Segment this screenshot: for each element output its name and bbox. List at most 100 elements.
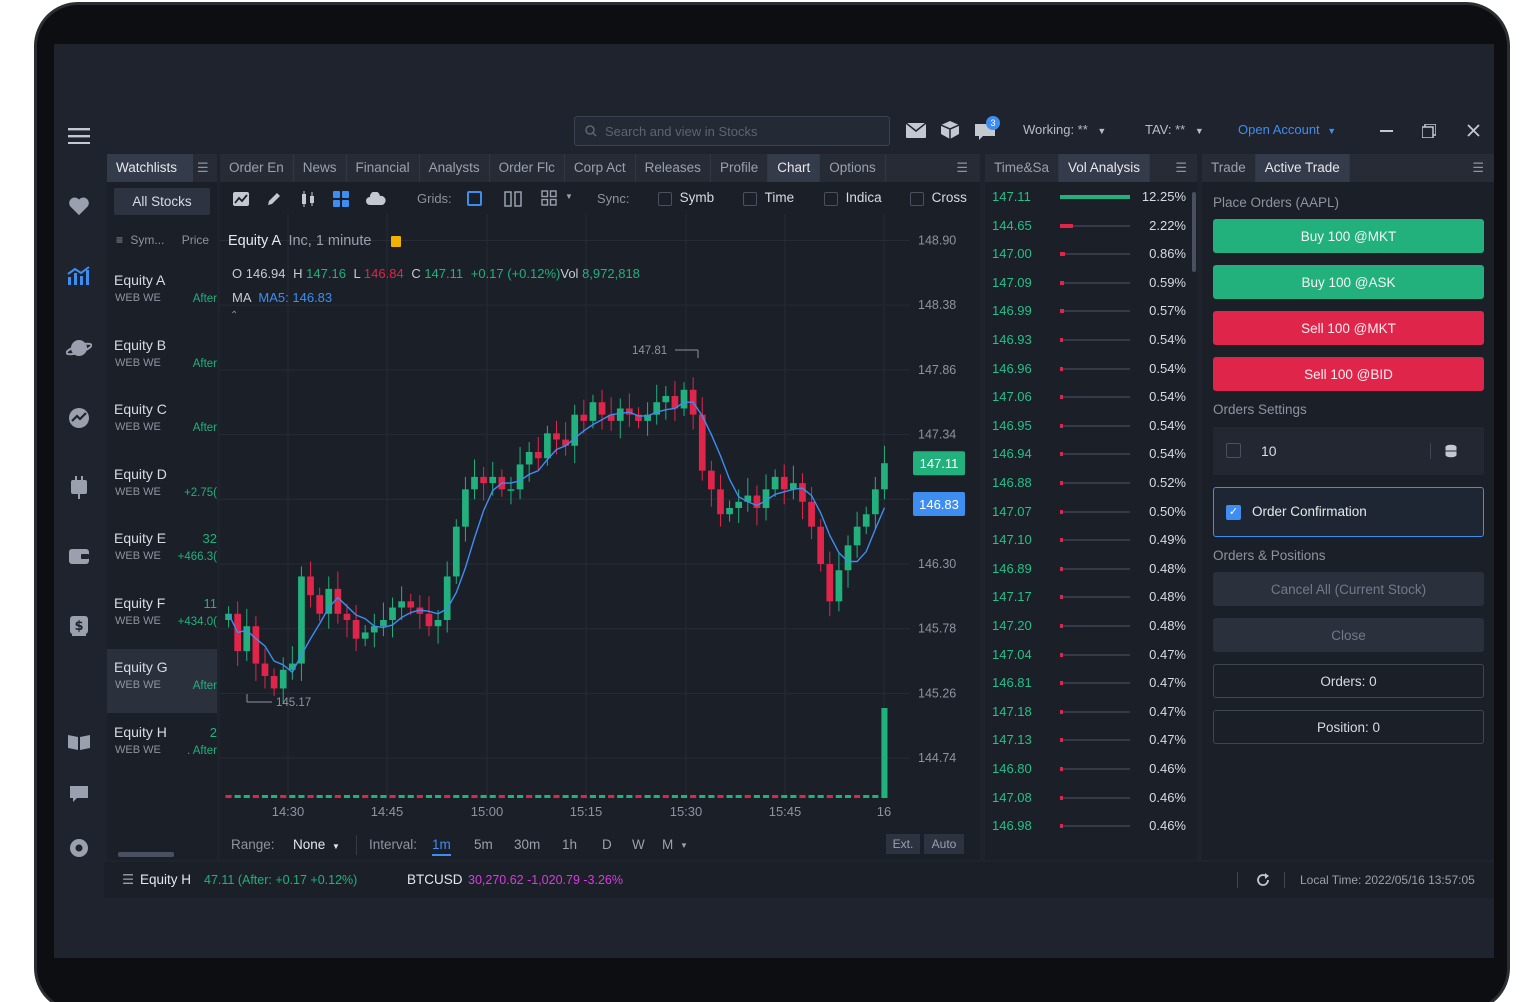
- restore-icon[interactable]: [1422, 124, 1436, 138]
- minimize-icon[interactable]: [1380, 130, 1393, 132]
- tab-time-sa[interactable]: Time&Sa: [985, 154, 1060, 182]
- cancel-all-button[interactable]: Cancel All (Current Stock): [1213, 572, 1484, 606]
- trend-icon[interactable]: [54, 402, 104, 434]
- interval-option[interactable]: M: [662, 837, 673, 852]
- markets-chart-icon[interactable]: [54, 260, 104, 292]
- tab-trade[interactable]: Trade: [1202, 154, 1256, 182]
- vol-row[interactable]: 146.80 0.46%: [986, 755, 1192, 783]
- coin-stack-icon[interactable]: [1445, 444, 1457, 458]
- tab-analysts[interactable]: Analysts: [420, 154, 490, 182]
- vol-row[interactable]: 147.11 12.25%: [986, 183, 1192, 211]
- sort-icon[interactable]: ≡: [116, 233, 123, 247]
- vol-row[interactable]: 146.99 0.57%: [986, 297, 1192, 325]
- vol-row[interactable]: 146.88 0.52%: [986, 469, 1192, 497]
- list-menu-icon[interactable]: ☰: [197, 160, 209, 176]
- working-dropdown[interactable]: Working: ** ▼: [1023, 122, 1106, 137]
- quantity-checkbox[interactable]: [1226, 443, 1241, 458]
- sell-market-button[interactable]: Sell 100 @MKT: [1213, 311, 1484, 345]
- tab-order-en[interactable]: Order En: [220, 154, 294, 182]
- search-input[interactable]: Search and view in Stocks: [574, 116, 890, 146]
- interval-option[interactable]: 30m: [514, 837, 540, 852]
- interval-option[interactable]: W: [632, 837, 645, 852]
- chart-canvas[interactable]: 148.90148.38147.86147.34146.82146.30145.…: [220, 214, 980, 826]
- sell-bid-button[interactable]: Sell 100 @BID: [1213, 357, 1484, 391]
- wallet-icon[interactable]: [54, 540, 104, 572]
- interval-option[interactable]: 5m: [474, 837, 493, 852]
- vol-row[interactable]: 146.98 0.46%: [986, 812, 1192, 840]
- position-button[interactable]: Position: 0: [1213, 710, 1484, 744]
- all-stocks-button[interactable]: All Stocks: [114, 188, 210, 215]
- watchlist-row[interactable]: Equity F WEB WE +434.0(11: [107, 585, 217, 649]
- extended-hours-button[interactable]: Ext.: [886, 834, 920, 854]
- order-confirmation-toggle[interactable]: ✓ Order Confirmation: [1213, 487, 1484, 537]
- collapse-chevron-icon[interactable]: ⌃: [230, 310, 238, 321]
- buy-ask-button[interactable]: Buy 100 @ASK: [1213, 265, 1484, 299]
- tab-vol-analysis[interactable]: Vol Analysis: [1059, 154, 1151, 182]
- vol-row[interactable]: 147.17 0.48%: [986, 583, 1192, 611]
- mail-icon[interactable]: [906, 123, 926, 138]
- close-icon[interactable]: [1467, 124, 1480, 137]
- notifications-button[interactable]: 3: [974, 116, 1002, 142]
- candle-type-icon[interactable]: [300, 190, 316, 208]
- price-chart[interactable]: 148.90148.38147.86147.34146.82146.30145.…: [220, 214, 980, 826]
- tab-order-flc[interactable]: Order Flc: [490, 154, 565, 182]
- vol-row[interactable]: 147.10 0.49%: [986, 526, 1192, 554]
- book-icon[interactable]: [54, 726, 104, 758]
- settings-gear-icon[interactable]: [54, 832, 104, 864]
- sync-time-checkbox[interactable]: Time: [743, 190, 794, 206]
- vol-row[interactable]: 144.65 2.22%: [986, 212, 1192, 240]
- draw-pencil-icon[interactable]: [266, 191, 282, 207]
- vol-row[interactable]: 146.81 0.47%: [986, 669, 1192, 697]
- vol-row[interactable]: 146.94 0.54%: [986, 440, 1192, 468]
- col-price[interactable]: Price: [182, 233, 209, 247]
- vol-row[interactable]: 147.09 0.59%: [986, 269, 1192, 297]
- chevron-down-icon[interactable]: ▼: [680, 841, 688, 850]
- tab-options[interactable]: Options: [820, 154, 886, 182]
- watchlist-row[interactable]: Equity B WEB WE After: [107, 327, 217, 391]
- tab-news[interactable]: News: [294, 154, 347, 182]
- tab-releases[interactable]: Releases: [636, 154, 711, 182]
- package-icon[interactable]: [941, 121, 959, 139]
- vol-row[interactable]: 146.96 0.54%: [986, 355, 1192, 383]
- tav-dropdown[interactable]: TAV: ** ▼: [1145, 122, 1204, 137]
- range-dropdown[interactable]: None ▼: [293, 837, 340, 852]
- vol-row[interactable]: 147.13 0.47%: [986, 726, 1192, 754]
- tab-active-trade[interactable]: Active Trade: [1255, 154, 1350, 182]
- refresh-icon[interactable]: [1255, 872, 1271, 888]
- vol-row[interactable]: 146.95 0.54%: [986, 412, 1192, 440]
- watchlist-row[interactable]: Equity H WEB WE . After 2: [107, 714, 217, 778]
- vol-row[interactable]: 147.07 0.50%: [986, 498, 1192, 526]
- vol-row[interactable]: 146.93 0.54%: [986, 326, 1192, 354]
- col-symbol[interactable]: Sym...: [130, 233, 164, 247]
- sync-cross-checkbox[interactable]: Cross: [910, 190, 967, 206]
- watchlist-row[interactable]: Equity A WEB WE After: [107, 262, 217, 326]
- dollar-icon[interactable]: $: [54, 610, 104, 642]
- buy-market-button[interactable]: Buy 100 @MKT: [1213, 219, 1484, 253]
- ticker-symbol[interactable]: Equity H: [140, 872, 191, 887]
- grid-four-dropdown[interactable]: ▼: [541, 190, 575, 208]
- cloud-icon[interactable]: [366, 192, 386, 206]
- sync-symbol-checkbox[interactable]: Symb: [658, 190, 714, 206]
- vol-row[interactable]: 147.04 0.47%: [986, 641, 1192, 669]
- tab-menu-icon[interactable]: ☰: [1175, 160, 1187, 176]
- watchlist-row[interactable]: Equity D WEB WE +2.75(: [107, 456, 217, 520]
- interval-option[interactable]: D: [602, 837, 612, 852]
- watchlist-row[interactable]: Equity G WEB WE After: [107, 649, 217, 713]
- watchlist-scrollbar[interactable]: [118, 852, 174, 857]
- interval-option[interactable]: 1m: [432, 837, 451, 856]
- vol-row[interactable]: 147.08 0.46%: [986, 784, 1192, 812]
- tab-menu-icon[interactable]: ☰: [956, 160, 968, 176]
- open-account-link[interactable]: Open Account ▼: [1238, 122, 1336, 137]
- chat-icon[interactable]: [54, 778, 104, 810]
- quantity-input[interactable]: [1261, 439, 1431, 463]
- tab-chart[interactable]: Chart: [768, 154, 821, 182]
- auto-scale-button[interactable]: Auto: [924, 834, 964, 854]
- note-icon[interactable]: [391, 235, 402, 247]
- vol-row[interactable]: 147.00 0.86%: [986, 240, 1192, 268]
- quote-list-icon[interactable]: ☰: [122, 872, 134, 888]
- candlestick-icon[interactable]: [54, 472, 104, 504]
- vol-row[interactable]: 147.06 0.54%: [986, 383, 1192, 411]
- tab-financial[interactable]: Financial: [347, 154, 420, 182]
- screenshot-icon[interactable]: [232, 191, 250, 207]
- favorites-heart-icon[interactable]: [54, 190, 104, 222]
